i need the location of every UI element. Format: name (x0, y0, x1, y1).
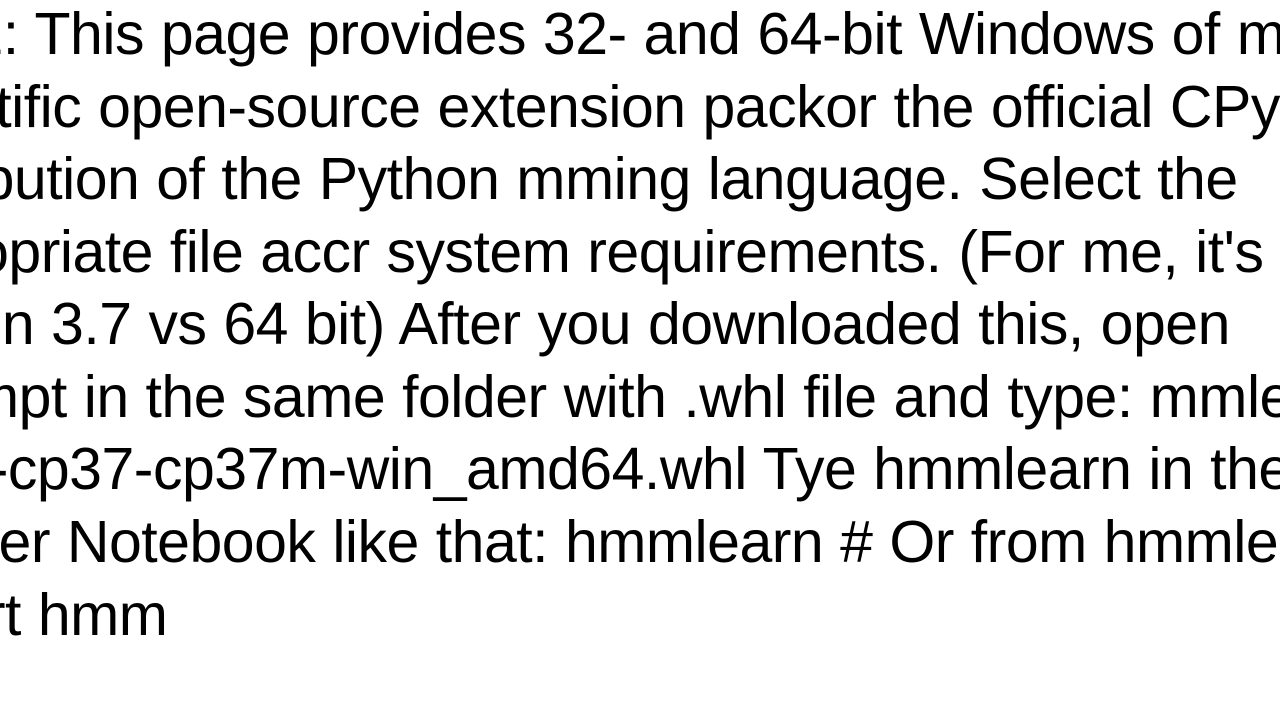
document-body-text: wer 1: This page provides 32- and 64-bit… (0, 0, 1280, 651)
